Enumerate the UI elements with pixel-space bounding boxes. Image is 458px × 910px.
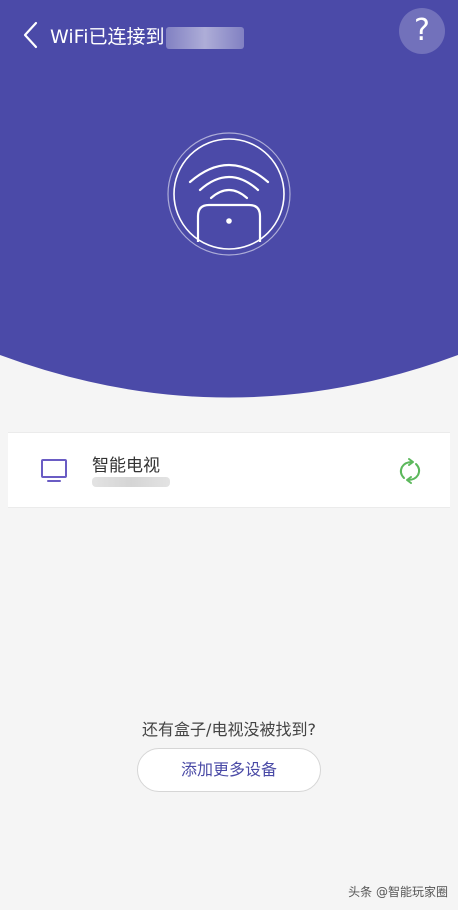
page-title: WiFi已连接到 bbox=[50, 22, 245, 52]
help-button[interactable]: ? bbox=[399, 8, 445, 54]
top-bar: WiFi已连接到 ? bbox=[0, 0, 458, 70]
chevron-left-icon bbox=[23, 21, 38, 49]
device-address-redacted bbox=[92, 477, 170, 487]
tv-icon bbox=[41, 459, 67, 482]
back-button[interactable] bbox=[16, 18, 46, 52]
device-name: 智能电视 bbox=[92, 456, 160, 476]
device-list-item[interactable]: 智能电视 bbox=[8, 432, 450, 508]
not-found-prompt: 还有盒子/电视没被找到? bbox=[142, 720, 316, 739]
refresh-icon[interactable] bbox=[396, 457, 424, 485]
page-title-text: WiFi已连接到 bbox=[50, 26, 165, 48]
watermark: 头条 @智能玩家圈 bbox=[348, 885, 448, 899]
add-more-devices-button[interactable]: 添加更多设备 bbox=[137, 748, 321, 792]
wifi-router-icon bbox=[167, 132, 291, 256]
ssid-redacted bbox=[166, 26, 245, 49]
